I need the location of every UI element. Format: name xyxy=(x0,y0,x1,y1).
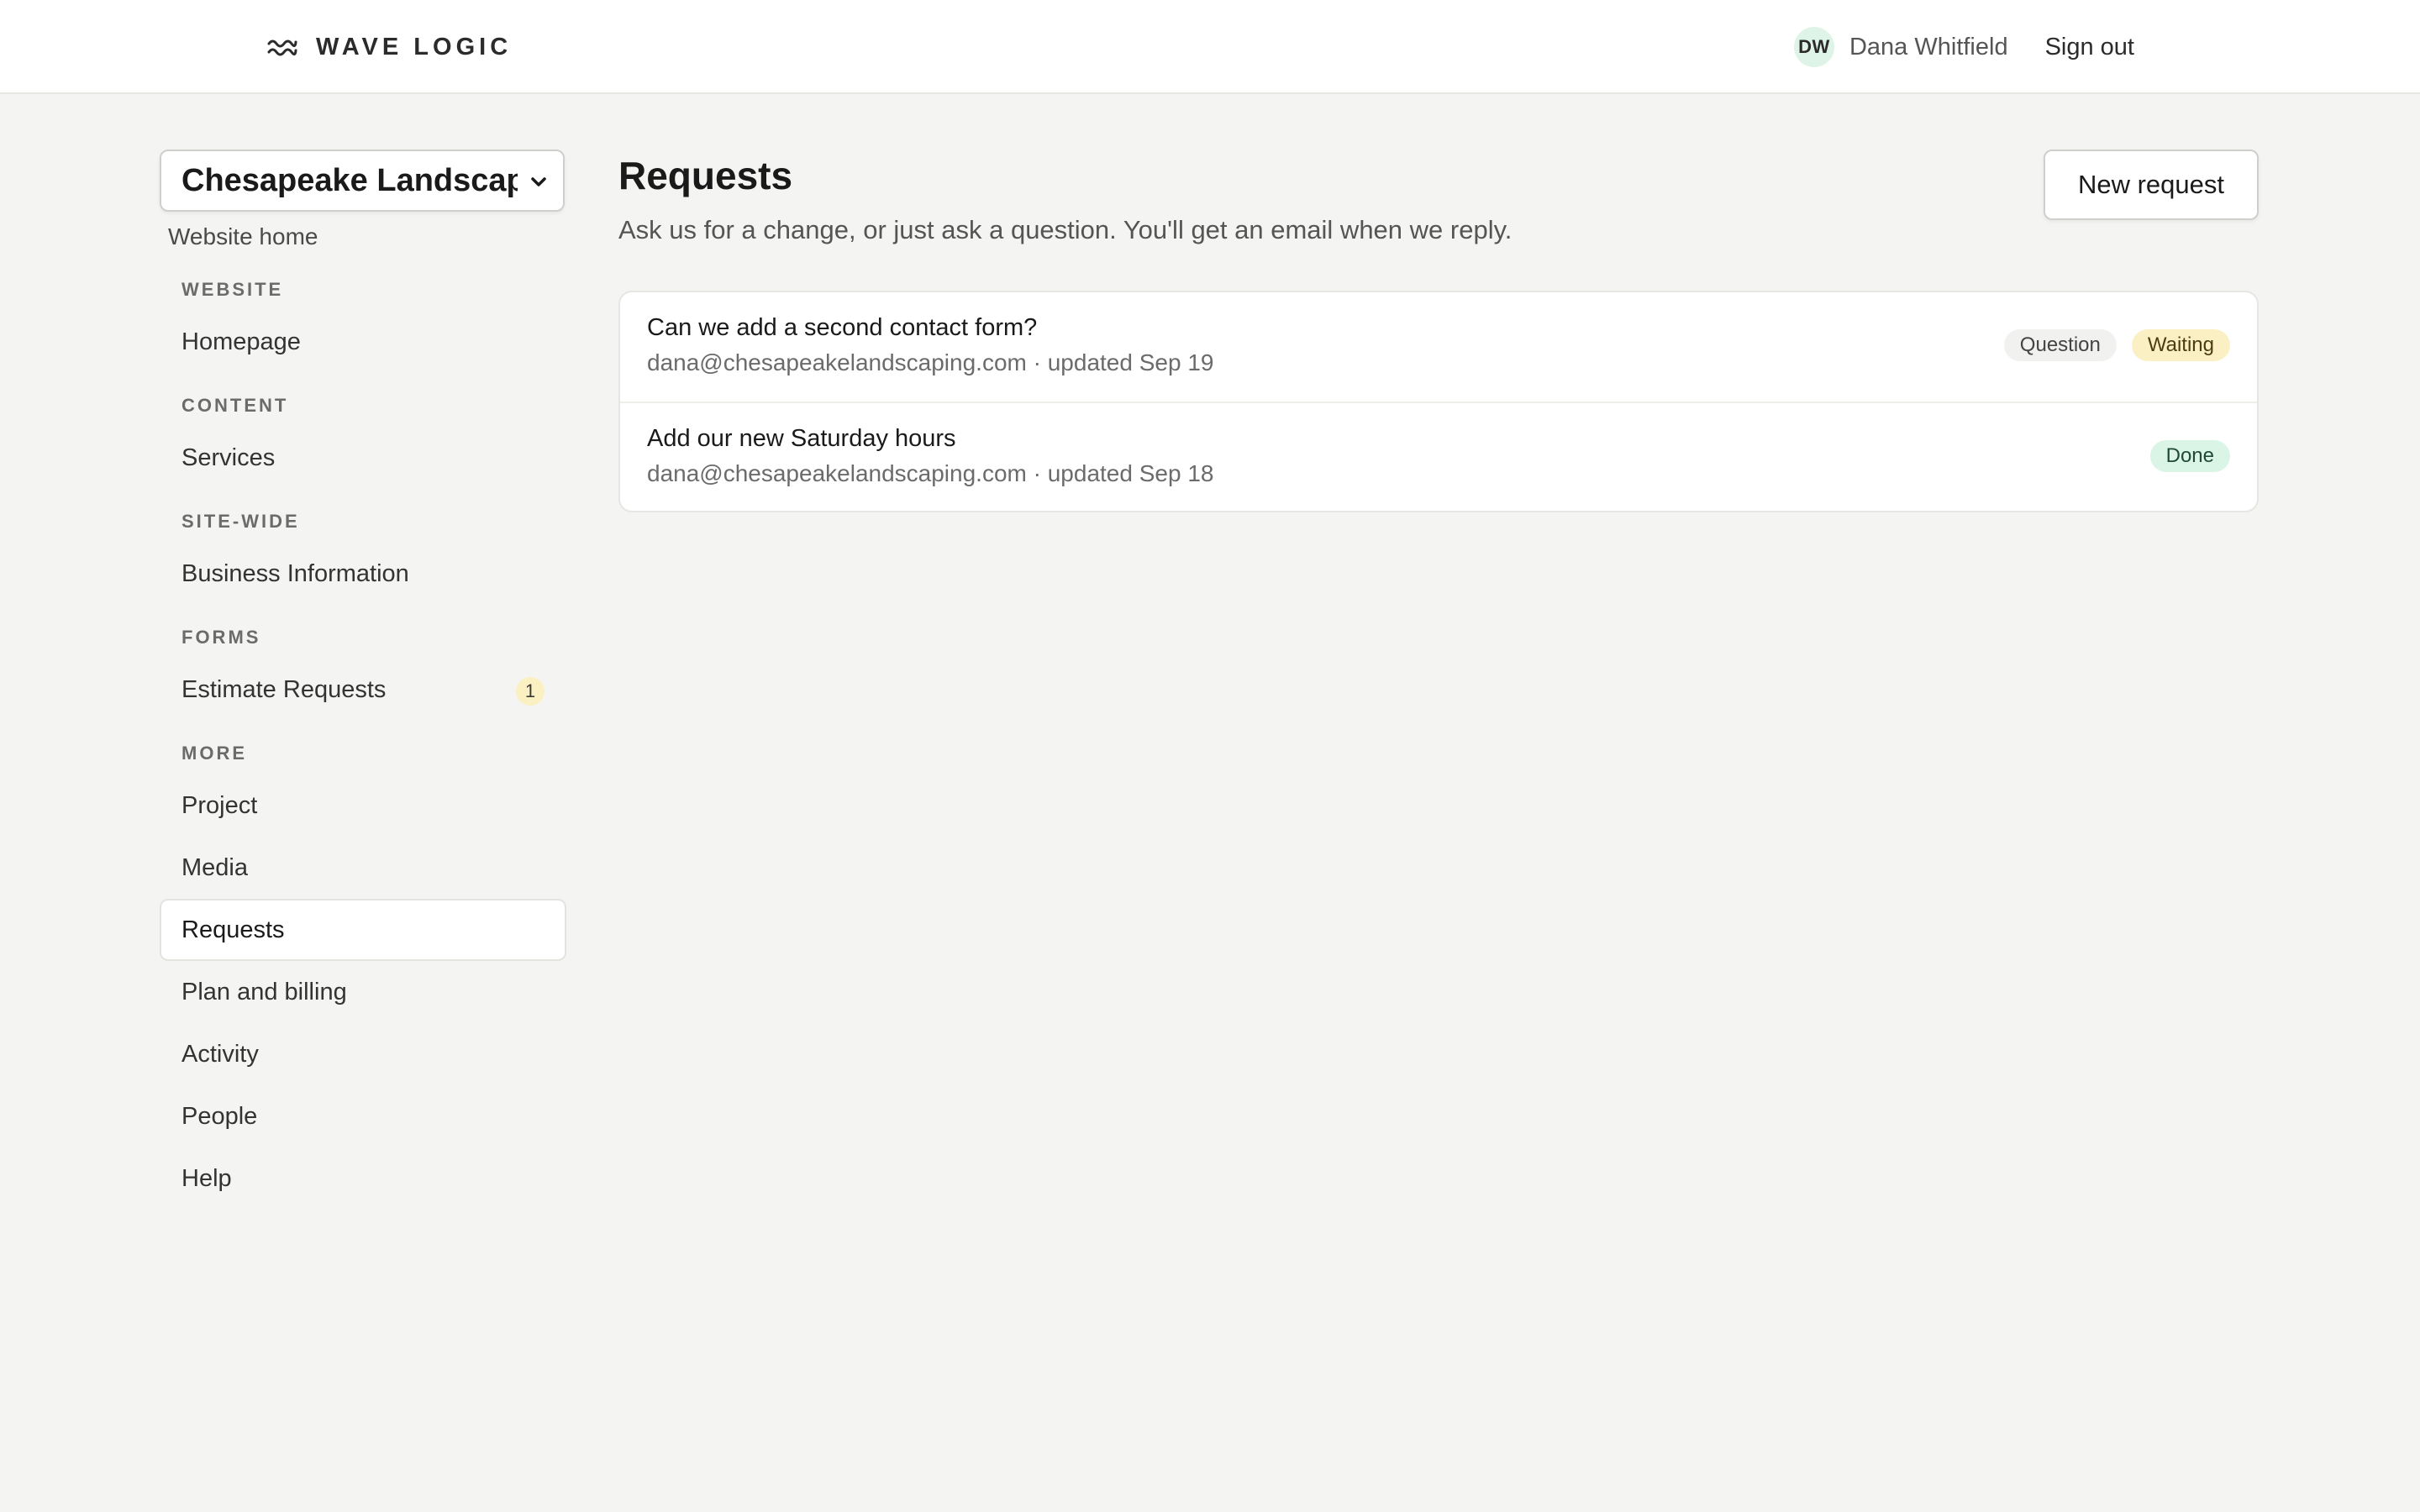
page-subtitle: Ask us for a change, or just ask a quest… xyxy=(618,215,1512,244)
sidebar-item-project[interactable]: Project xyxy=(160,774,566,837)
sidebar-item-people[interactable]: People xyxy=(160,1085,566,1147)
nav-section-title: FORMS xyxy=(182,627,261,648)
nav-section-website: WEBSITE Homepage xyxy=(160,279,566,373)
waves-icon xyxy=(267,35,297,59)
sidebar-item-label: Project xyxy=(182,792,258,819)
nav-section-title: SITE-WIDE xyxy=(182,511,300,532)
sidebar-item-estimate-requests[interactable]: Estimate Requests 1 xyxy=(160,659,566,721)
sidebar-item-activity[interactable]: Activity xyxy=(160,1023,566,1085)
nav-section-title: CONTENT xyxy=(182,395,289,416)
sidebar-item-label: Estimate Requests xyxy=(182,676,387,703)
sign-out-link[interactable]: Sign out xyxy=(2045,34,2134,61)
sidebar-item-help[interactable]: Help xyxy=(160,1147,566,1210)
count-badge: 1 xyxy=(516,677,544,706)
page-title: Requests xyxy=(618,154,793,197)
top-bar: WAVE LOGIC DW Dana Whitfield Sign out xyxy=(0,0,2420,94)
avatar[interactable]: DW xyxy=(1793,27,1834,67)
request-row[interactable]: Can we add a second contact form? dana@c… xyxy=(620,292,2257,402)
requests-list: Can we add a second contact form? dana@c… xyxy=(618,291,2259,512)
request-title: Can we add a second contact form? xyxy=(647,314,1038,341)
sidebar-item-label: Homepage xyxy=(182,328,301,355)
nav-section-title: MORE xyxy=(182,743,247,764)
sidebar-item-plan-and-billing[interactable]: Plan and billing xyxy=(160,961,566,1023)
sidebar-item-label: People xyxy=(182,1103,258,1130)
request-tags: Question Waiting xyxy=(1989,329,2230,361)
site-select-value: Chesapeake Landscapi… xyxy=(182,163,518,198)
nav-section-title: WEBSITE xyxy=(182,279,284,300)
request-meta: dana@chesapeakelandscaping.com · updated… xyxy=(647,349,1214,375)
website-home-link[interactable]: Website home xyxy=(168,223,566,250)
sidebar-item-label: Plan and billing xyxy=(182,979,347,1005)
tag-question: Question xyxy=(2003,329,2117,361)
sidebar-item-media[interactable]: Media xyxy=(160,837,566,899)
sidebar-item-label: Requests xyxy=(182,916,285,943)
status-badge-done: Done xyxy=(2149,440,2230,472)
nav-section-content: CONTENT Services xyxy=(160,395,566,489)
user-name: Dana Whitfield xyxy=(1849,33,2008,60)
sidebar-item-label: Activity xyxy=(182,1041,259,1068)
sidebar-item-label: Help xyxy=(182,1165,232,1192)
nav-section-more: MORE Project Media Requests Plan and bil… xyxy=(160,743,566,1210)
request-title: Add our new Saturday hours xyxy=(647,425,956,452)
request-tags: Done xyxy=(2135,440,2230,472)
user-menu: DW Dana Whitfield Sign out xyxy=(1793,25,2134,69)
nav-section-site-wide: SITE-WIDE Business Information xyxy=(160,511,566,605)
sidebar-item-business-information[interactable]: Business Information xyxy=(160,543,566,605)
request-row[interactable]: Add our new Saturday hours dana@chesapea… xyxy=(620,402,2257,511)
nav-section-forms: FORMS Estimate Requests 1 xyxy=(160,627,566,721)
request-meta: dana@chesapeakelandscaping.com · updated… xyxy=(647,460,1214,486)
sidebar-item-services[interactable]: Services xyxy=(160,427,566,489)
sidebar-item-requests[interactable]: Requests xyxy=(160,899,566,961)
sidebar-item-homepage[interactable]: Homepage xyxy=(160,311,566,373)
sidebar-item-label: Media xyxy=(182,854,248,881)
brand-name: WAVE LOGIC xyxy=(316,33,513,60)
sidebar-item-label: Business Information xyxy=(182,560,409,587)
site-select[interactable]: Chesapeake Landscapi… xyxy=(160,150,565,212)
chevron-down-icon xyxy=(529,172,548,191)
sidebar-item-label: Services xyxy=(182,444,276,471)
new-request-button[interactable]: New request xyxy=(2044,150,2259,220)
brand[interactable]: WAVE LOGIC xyxy=(267,30,512,64)
sidebar: Chesapeake Landscapi… Website home WEBSI… xyxy=(160,150,566,1210)
status-badge-waiting: Waiting xyxy=(2131,329,2230,361)
